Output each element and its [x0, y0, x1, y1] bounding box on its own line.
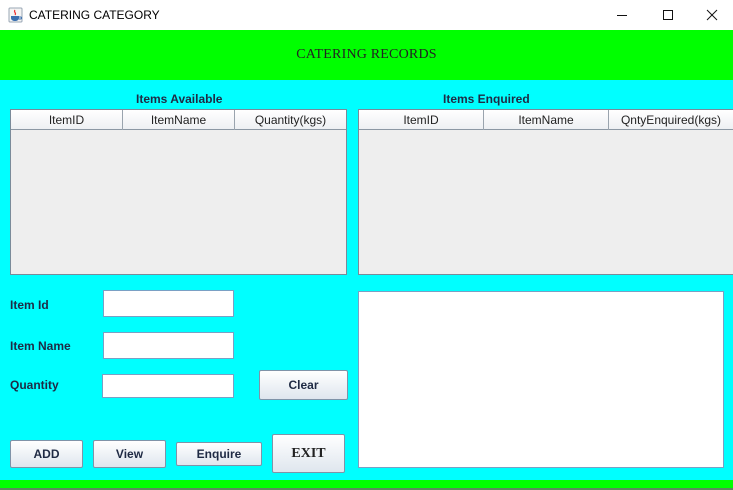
maximize-button[interactable] [645, 0, 691, 30]
quantity-input[interactable] [102, 374, 234, 398]
items-available-table[interactable]: ItemID ItemName Quantity(kgs) [10, 109, 347, 275]
item-name-input[interactable] [103, 332, 234, 359]
item-name-label: Item Name [10, 339, 71, 353]
minimize-icon [617, 15, 627, 16]
column-header-itemname[interactable]: ItemName [123, 110, 235, 130]
java-cup-icon [8, 7, 23, 23]
close-button[interactable] [689, 0, 733, 30]
window-title: CATERING CATEGORY [29, 8, 160, 22]
items-enquired-header: ItemID ItemName QntyEnquired(kgs) [359, 110, 733, 130]
column-header-qnty-enquired[interactable]: QntyEnquired(kgs) [609, 110, 733, 130]
quantity-label: Quantity [10, 378, 59, 392]
view-button[interactable]: View [93, 440, 166, 468]
column-header-itemname[interactable]: ItemName [484, 110, 609, 130]
main-panel: Items Available ItemID ItemName Quantity… [0, 80, 733, 480]
items-available-header: ItemID ItemName Quantity(kgs) [11, 110, 346, 130]
column-header-itemid[interactable]: ItemID [11, 110, 123, 130]
title-bar: CATERING CATEGORY [0, 0, 733, 30]
items-enquired-table[interactable]: ItemID ItemName QntyEnquired(kgs) [358, 109, 733, 275]
header-title: CATERING RECORDS [296, 47, 437, 62]
items-enquired-title: Items Enquired [443, 92, 530, 106]
item-id-label: Item Id [10, 298, 49, 312]
output-text-area[interactable] [358, 291, 724, 468]
column-header-quantity[interactable]: Quantity(kgs) [235, 110, 346, 130]
items-available-title: Items Available [136, 92, 223, 106]
enquire-button[interactable]: Enquire [176, 442, 262, 466]
column-header-itemid[interactable]: ItemID [359, 110, 484, 130]
header-banner: CATERING RECORDS [0, 30, 733, 80]
close-icon [706, 9, 718, 21]
minimize-button[interactable] [599, 0, 645, 30]
add-button[interactable]: ADD [10, 440, 83, 468]
maximize-icon [663, 10, 673, 20]
exit-button[interactable]: EXIT [272, 434, 345, 473]
clear-button[interactable]: Clear [259, 370, 348, 400]
item-id-input[interactable] [103, 290, 234, 317]
